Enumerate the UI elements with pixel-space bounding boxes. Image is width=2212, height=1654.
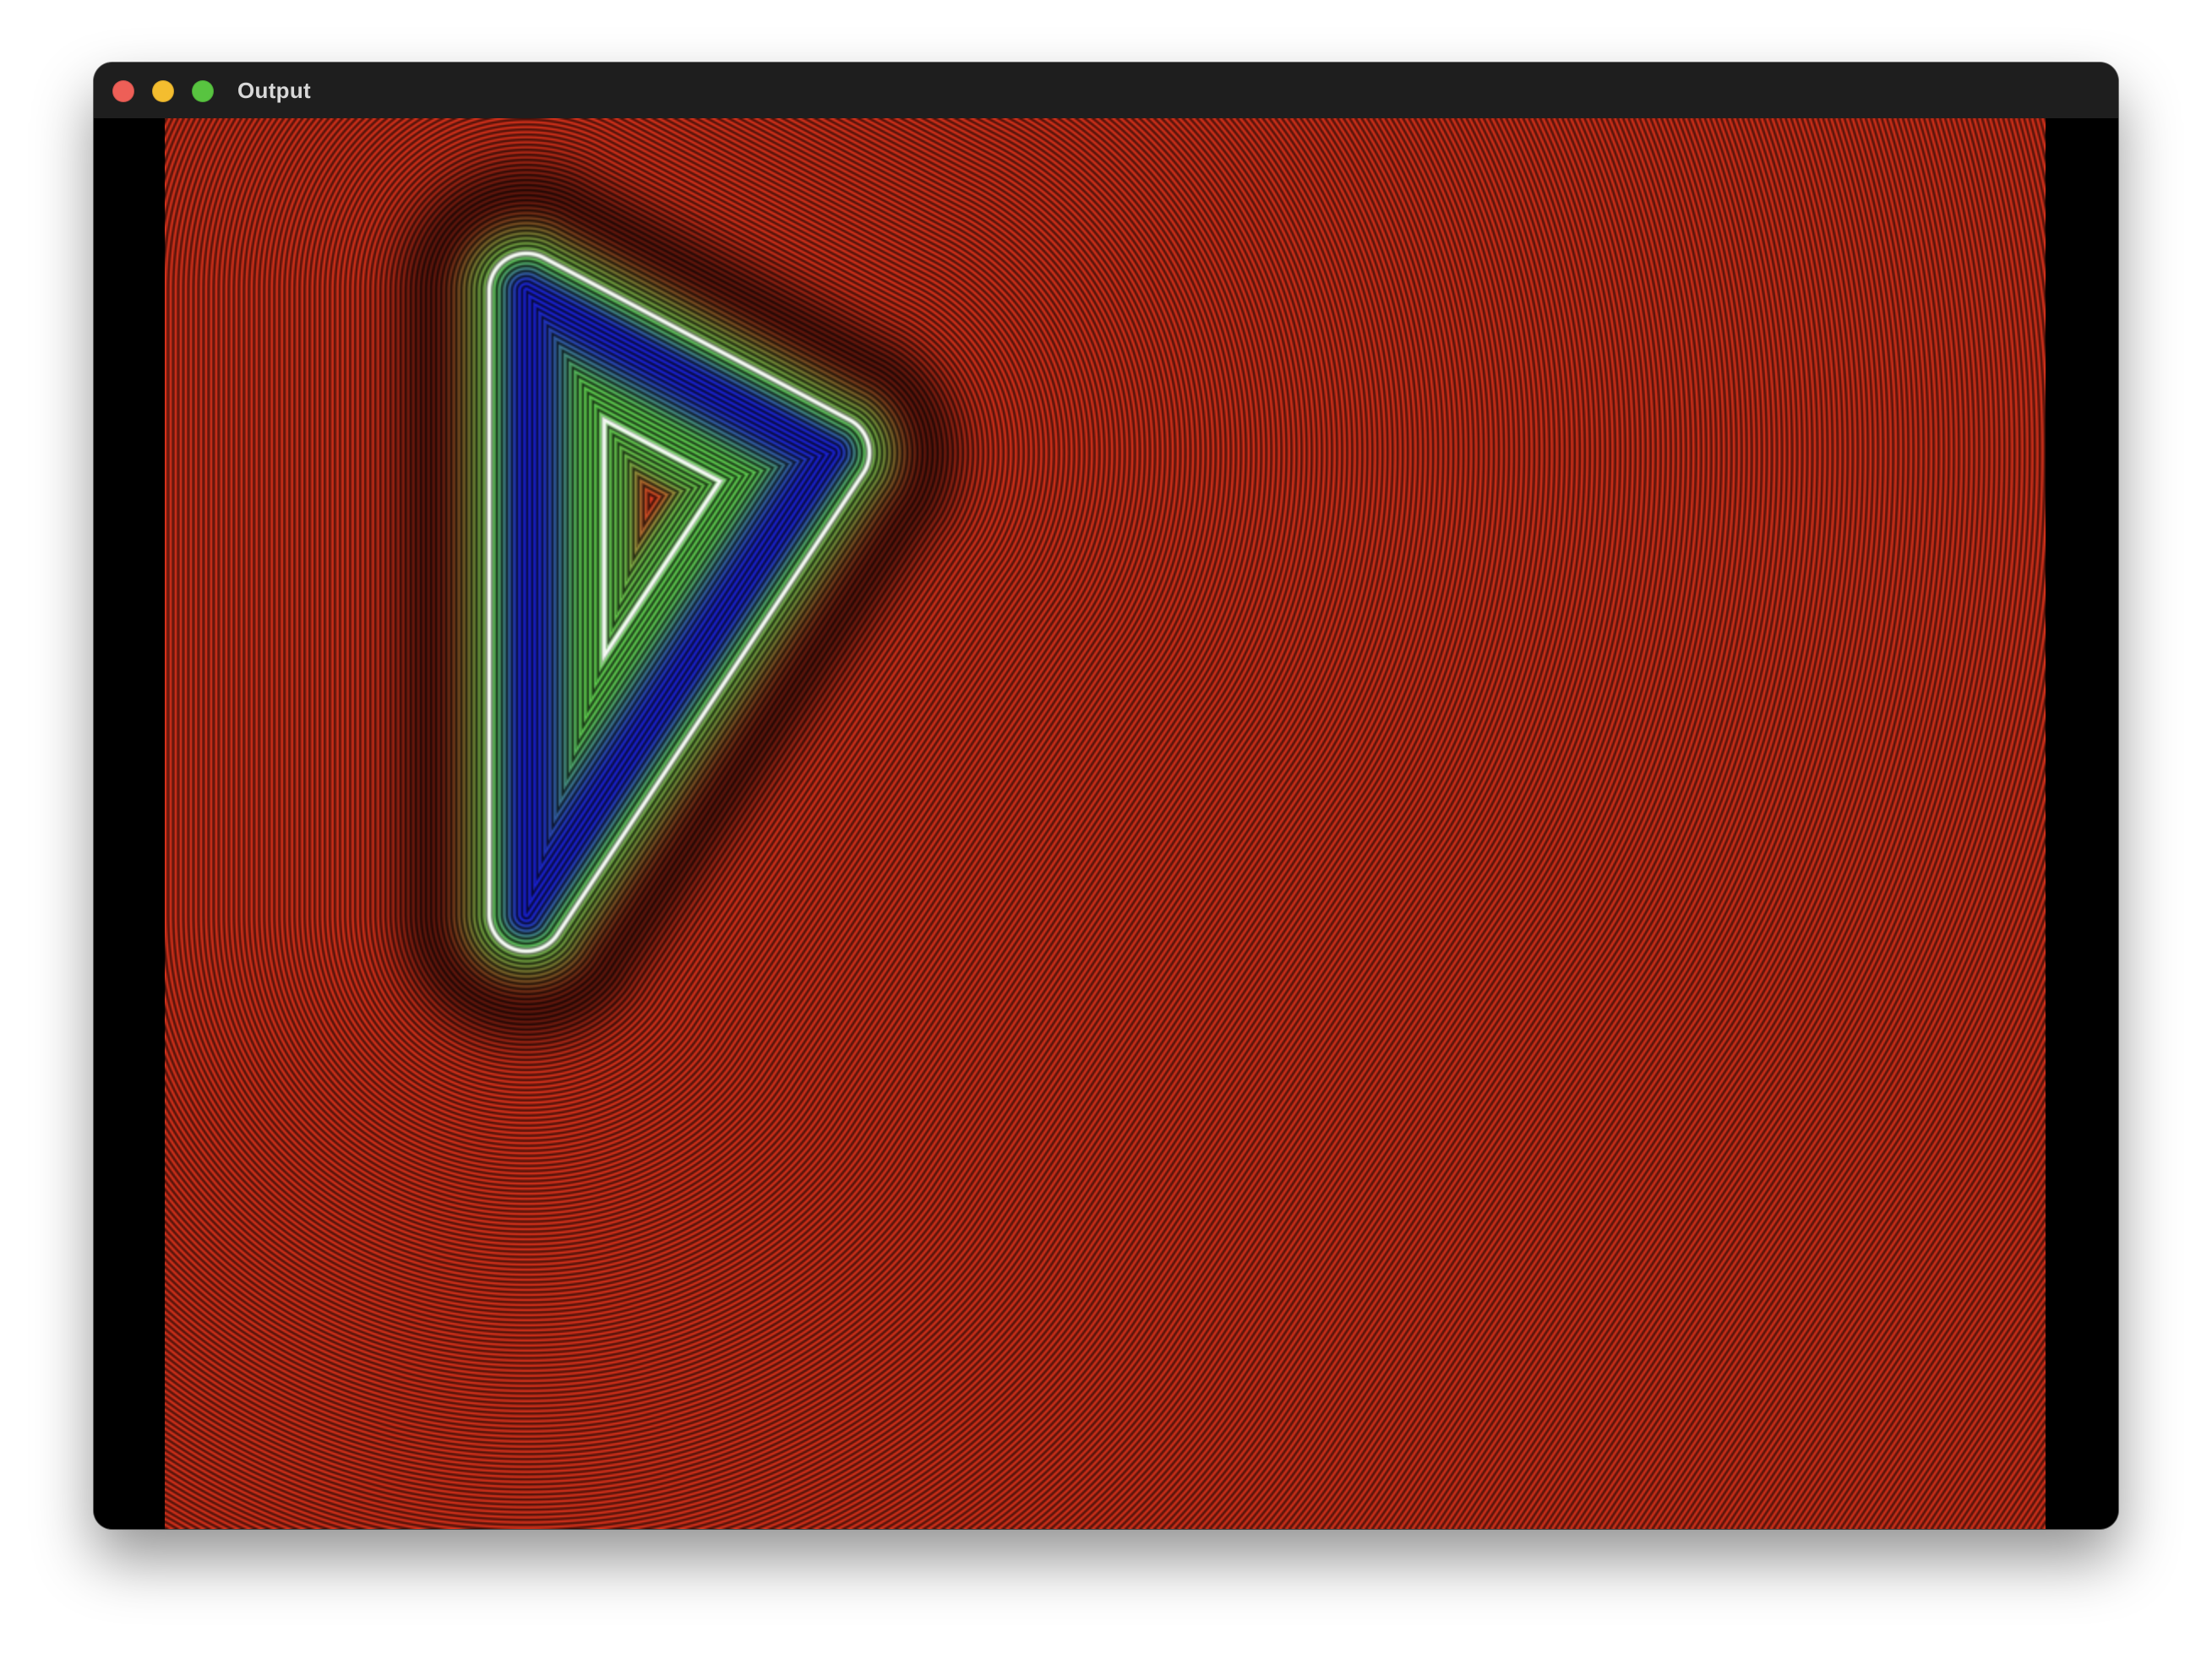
- window-title: Output: [237, 78, 311, 103]
- render-area: [94, 118, 2118, 1529]
- output-window: Output: [94, 63, 2118, 1529]
- close-icon[interactable]: [112, 80, 134, 102]
- minimize-icon[interactable]: [152, 80, 174, 102]
- sdf-render-canvas: [165, 118, 2046, 1529]
- maximize-icon[interactable]: [192, 80, 214, 102]
- title-bar[interactable]: Output: [94, 63, 2118, 119]
